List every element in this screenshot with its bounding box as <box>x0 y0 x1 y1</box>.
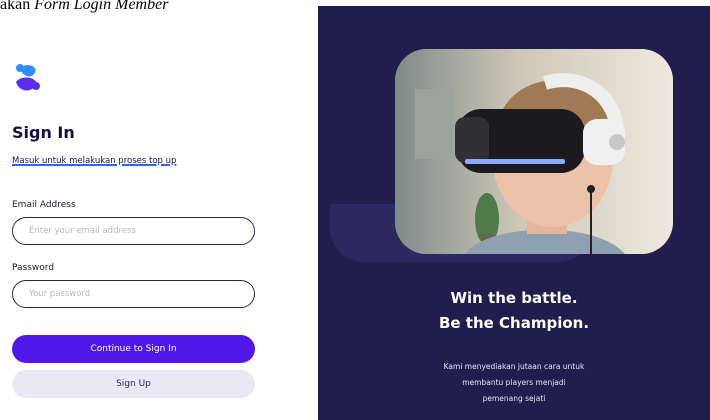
sign-in-subtitle-link[interactable]: Masuk untuk melakukan proses top up <box>12 156 176 166</box>
promo-headline-2: Be the Champion. <box>438 314 590 332</box>
sign-up-button[interactable]: Sign Up <box>12 370 255 398</box>
promo-panel: Win the battle. Be the Champion. Kami me… <box>318 6 710 420</box>
email-field[interactable] <box>12 217 255 245</box>
password-field[interactable] <box>12 280 255 308</box>
promo-headline-1: Win the battle. <box>450 289 578 307</box>
email-label: Email Address <box>12 200 76 210</box>
promo-desc-line-3: pemenang sejati <box>482 394 546 403</box>
password-label: Password <box>12 263 55 273</box>
vr-player-photo <box>395 49 673 254</box>
brand-s-logo-icon <box>10 62 46 96</box>
promo-desc-line-1: Kami menyediakan jutaan cara untuk <box>443 362 585 371</box>
sign-in-panel: Sign In Masuk untuk melakukan proses top… <box>0 0 318 420</box>
continue-sign-in-button[interactable]: Continue to Sign In <box>12 335 255 363</box>
page-title: Sign In <box>12 123 75 142</box>
promo-desc-line-2: membantu players menjadi <box>462 378 566 387</box>
